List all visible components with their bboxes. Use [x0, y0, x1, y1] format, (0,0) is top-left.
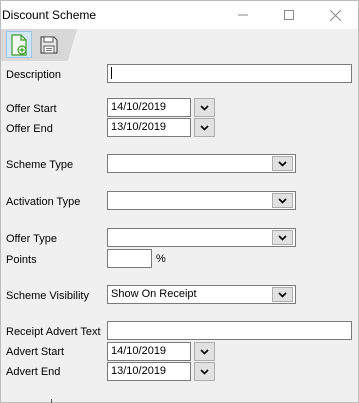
chevron-down-icon [278, 197, 287, 204]
offer-type-label: Offer Type [6, 233, 57, 245]
chevron-down-icon [278, 291, 287, 298]
chevron-down-icon [200, 124, 209, 131]
activation-type-label: Activation Type [6, 196, 81, 208]
receipt-advert-text-label: Receipt Advert Text [6, 326, 101, 338]
toolbar [1, 29, 358, 61]
offer-type-select[interactable] [107, 228, 296, 247]
text-cursor [111, 67, 112, 80]
chevron-down-icon [200, 348, 209, 355]
resize-tick [51, 399, 52, 403]
scheme-type-dropdown-button[interactable] [272, 156, 293, 171]
offer-type-dropdown-button[interactable] [272, 230, 293, 245]
advert-start-dropdown-button[interactable] [194, 342, 215, 361]
offer-end-input[interactable]: 13/10/2019 [107, 118, 191, 137]
scheme-type-label: Scheme Type [6, 159, 74, 171]
description-input[interactable] [107, 64, 352, 83]
points-label: Points [6, 254, 37, 266]
offer-start-label: Offer Start [6, 103, 57, 115]
chevron-down-icon [278, 160, 287, 167]
scheme-visibility-dropdown-button[interactable] [272, 287, 293, 302]
advert-end-input[interactable]: 13/10/2019 [107, 362, 191, 381]
offer-start-dropdown-button[interactable] [194, 98, 215, 117]
activation-type-select[interactable] [107, 191, 296, 210]
scheme-visibility-label: Scheme Visibility [6, 290, 89, 302]
advert-start-label: Advert Start [6, 346, 65, 358]
maximize-button[interactable] [266, 1, 312, 29]
offer-end-dropdown-button[interactable] [194, 118, 215, 137]
new-document-icon [11, 33, 27, 56]
receipt-advert-text-input[interactable] [107, 321, 352, 340]
description-label: Description [6, 69, 62, 81]
activation-type-dropdown-button[interactable] [272, 193, 293, 208]
points-input[interactable] [107, 249, 152, 268]
advert-start-input[interactable]: 14/10/2019 [107, 342, 191, 361]
title-bar: Discount Scheme [1, 1, 358, 29]
scheme-type-select[interactable] [107, 154, 296, 173]
offer-end-label: Offer End [6, 123, 53, 135]
close-button[interactable] [312, 1, 358, 29]
minimize-icon [238, 14, 248, 16]
new-button[interactable] [6, 31, 32, 58]
close-icon [329, 9, 341, 21]
discount-scheme-window: Discount Scheme Description Offer Start … [0, 0, 359, 403]
maximize-icon [284, 10, 294, 20]
chevron-down-icon [278, 234, 287, 241]
window-title: Discount Scheme [2, 8, 97, 22]
chevron-down-icon [200, 368, 209, 375]
chevron-down-icon [200, 104, 209, 111]
advert-end-dropdown-button[interactable] [194, 362, 215, 381]
percent-unit: % [156, 253, 166, 265]
minimize-button[interactable] [220, 1, 266, 29]
advert-end-label: Advert End [6, 366, 61, 378]
save-icon [40, 35, 58, 54]
scheme-visibility-select[interactable]: Show On Receipt [107, 285, 296, 304]
offer-start-input[interactable]: 14/10/2019 [107, 98, 191, 117]
save-button[interactable] [36, 31, 62, 58]
